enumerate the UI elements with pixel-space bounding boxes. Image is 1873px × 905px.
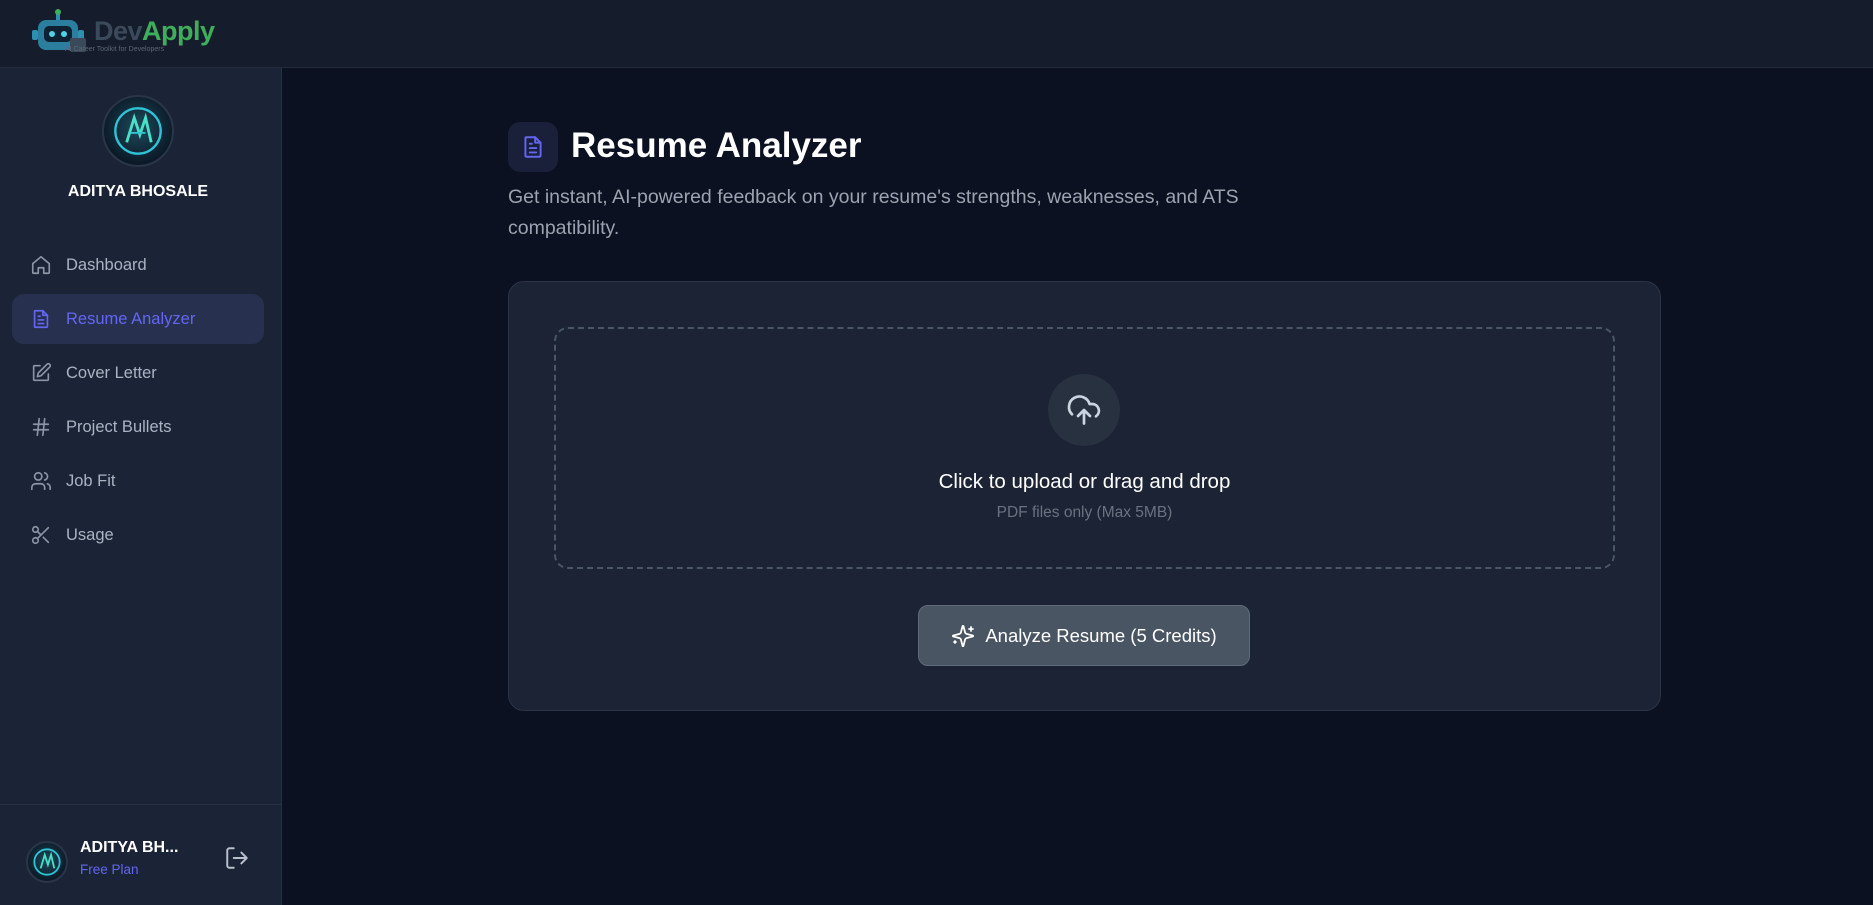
scissors-icon — [30, 524, 52, 546]
main-content: Resume Analyzer Get instant, AI-powered … — [282, 68, 1873, 905]
upload-icon-circle — [1048, 374, 1120, 446]
logout-button[interactable] — [224, 845, 250, 871]
sidebar-item-cover-letter[interactable]: Cover Letter — [12, 348, 264, 398]
footer-user-name: ADITYA BH... — [80, 839, 179, 856]
footer-plan-badge: Free Plan — [80, 862, 139, 877]
sidebar: ADITYA BHOSALE Dashboard Resume Analyzer… — [0, 68, 282, 905]
logout-icon — [226, 847, 248, 869]
sidebar-item-label: Dashboard — [66, 255, 147, 274]
file-text-icon — [524, 136, 542, 158]
file-text-icon — [30, 308, 52, 330]
cloud-upload-icon — [1067, 395, 1101, 425]
sparkles-icon — [951, 624, 975, 648]
edit-icon — [30, 362, 52, 384]
sidebar-item-job-fit[interactable]: Job Fit — [12, 456, 264, 506]
sidebar-item-resume-analyzer[interactable]: Resume Analyzer — [12, 294, 264, 344]
sidebar-item-project-bullets[interactable]: Project Bullets — [12, 402, 264, 452]
brand-logo[interactable]: DevApply AI Career Toolkit for Developer… — [30, 4, 220, 60]
page-title: Resume Analyzer — [571, 126, 862, 165]
sidebar-item-label: Job Fit — [66, 471, 116, 490]
sidebar-item-usage[interactable]: Usage — [12, 510, 264, 560]
sidebar-item-label: Project Bullets — [66, 417, 172, 436]
sidebar-item-dashboard[interactable]: Dashboard — [12, 240, 264, 290]
avatar-monogram-icon — [114, 107, 162, 155]
avatar-monogram-icon — [33, 848, 61, 876]
hash-icon — [30, 416, 52, 438]
sidebar-footer: ADITYA BH... Free Plan — [0, 804, 282, 905]
brand-name-dev: Dev — [94, 16, 143, 46]
home-icon — [30, 254, 52, 276]
brand-name: DevApply — [94, 16, 215, 47]
footer-avatar[interactable] — [26, 841, 68, 883]
brand-tagline: AI Career Toolkit for Developers — [65, 46, 165, 53]
page-subtitle: Get instant, AI-powered feedback on your… — [508, 186, 1239, 239]
sidebar-item-label: Usage — [66, 525, 114, 544]
page-title-icon-box — [508, 122, 558, 172]
upload-title: Click to upload or drag and drop — [938, 470, 1231, 493]
sidebar-item-label: Resume Analyzer — [66, 309, 196, 328]
brand-name-apply: Apply — [142, 16, 215, 46]
analyze-button-label: Analyze Resume (5 Credits) — [985, 624, 1217, 646]
upload-card: Click to upload or drag and drop PDF fil… — [508, 281, 1661, 711]
analyze-resume-button[interactable]: Analyze Resume (5 Credits) — [918, 605, 1250, 666]
users-icon — [30, 470, 52, 492]
profile-name: ADITYA BHOSALE — [67, 183, 209, 200]
sidebar-item-label: Cover Letter — [66, 363, 157, 382]
top-bar: DevApply AI Career Toolkit for Developer… — [0, 0, 1873, 68]
upload-hint: PDF files only (Max 5MB) — [996, 504, 1173, 521]
file-dropzone[interactable]: Click to upload or drag and drop PDF fil… — [554, 327, 1615, 569]
sidebar-nav: Dashboard Resume Analyzer Cover Letter P… — [12, 240, 264, 564]
profile-avatar[interactable] — [102, 95, 174, 167]
